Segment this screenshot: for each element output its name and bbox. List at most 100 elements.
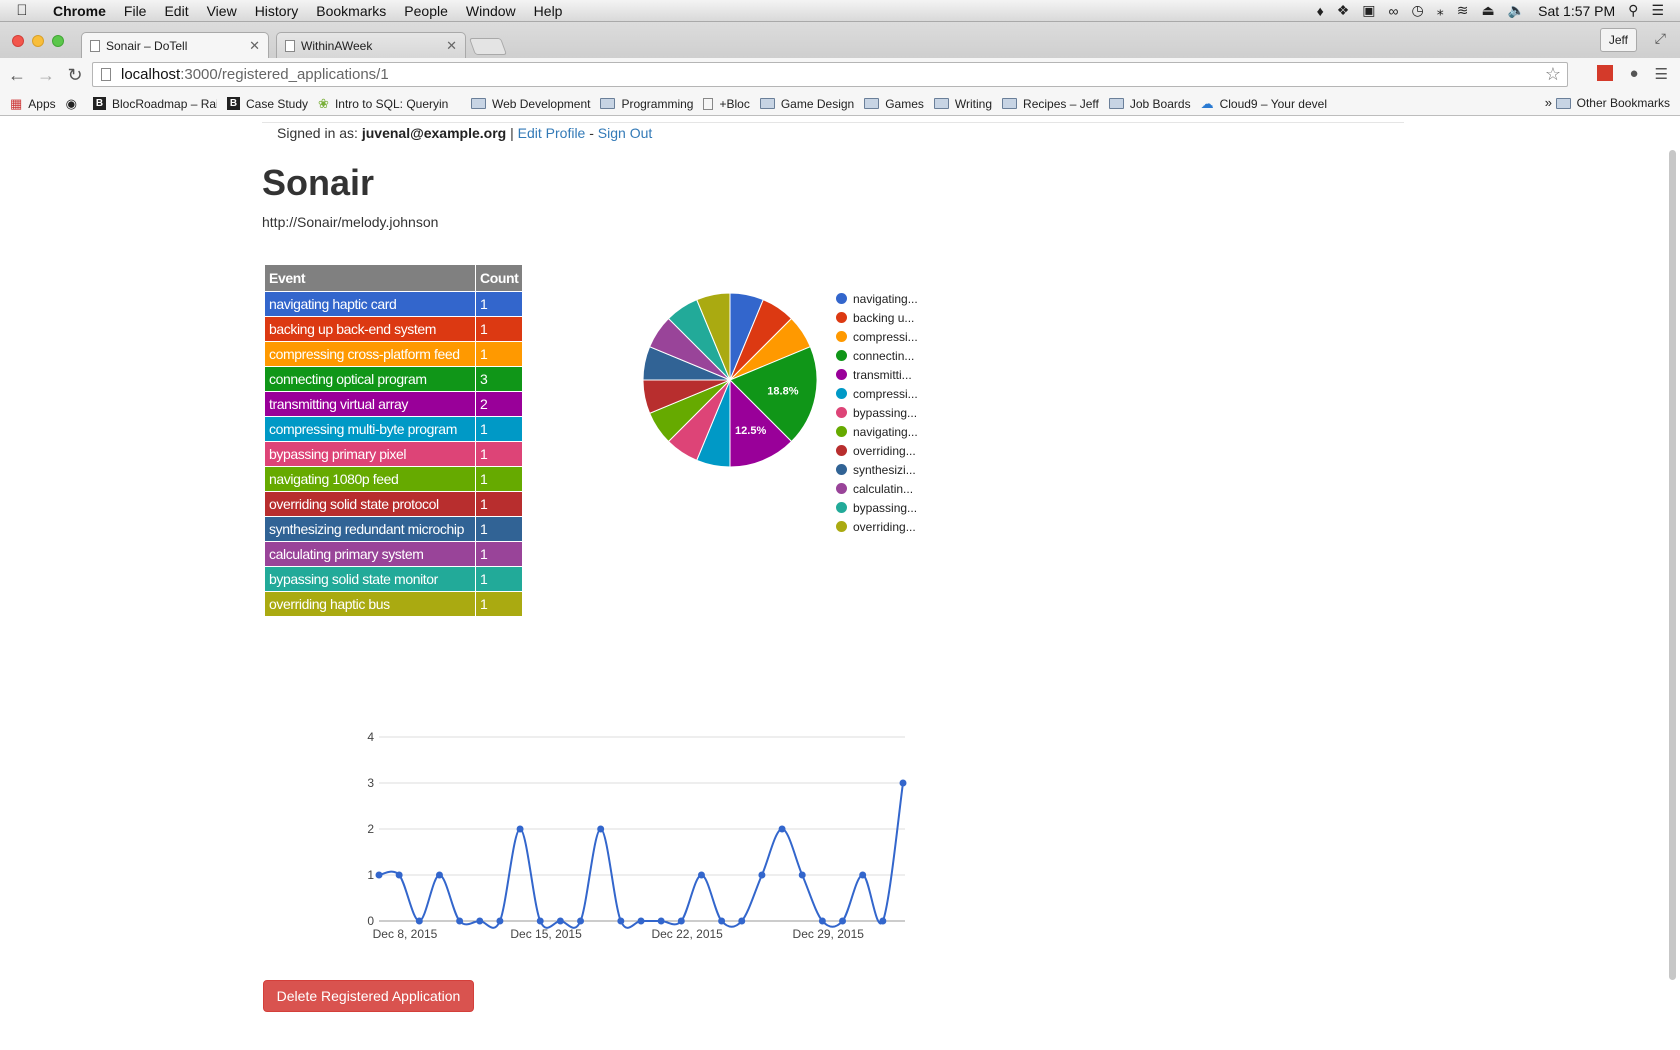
data-point[interactable]: [577, 917, 585, 925]
data-point[interactable]: [758, 871, 766, 879]
close-window-button[interactable]: [12, 35, 24, 47]
back-icon[interactable]: ←: [5, 65, 29, 86]
legend-item[interactable]: synthesizi...: [836, 460, 918, 479]
menu-chrome[interactable]: Chrome: [44, 3, 115, 19]
data-point[interactable]: [839, 917, 847, 925]
fullscreen-icon[interactable]: ⤢: [1655, 30, 1666, 47]
time-machine-icon[interactable]: ◷: [1412, 2, 1424, 19]
data-point[interactable]: [556, 917, 564, 925]
data-point[interactable]: [738, 917, 746, 925]
sign-out-link[interactable]: Sign Out: [598, 125, 652, 141]
pdf-extension-icon[interactable]: [1597, 65, 1614, 81]
infinity-icon[interactable]: ∞: [1389, 3, 1399, 19]
legend-item[interactable]: calculatin...: [836, 479, 918, 498]
legend-item[interactable]: navigating...: [836, 422, 918, 441]
data-point[interactable]: [879, 917, 887, 925]
legend-item[interactable]: overriding...: [836, 517, 918, 536]
legend-item[interactable]: compressi...: [836, 327, 918, 346]
data-point[interactable]: [798, 871, 806, 879]
legend-item[interactable]: navigating...: [836, 289, 918, 308]
new-tab-button[interactable]: [468, 38, 508, 55]
wifi-icon[interactable]: ≋: [1457, 2, 1469, 19]
volume-icon[interactable]: 🔈: [1508, 2, 1525, 19]
menu-bookmarks[interactable]: Bookmarks: [307, 3, 395, 19]
reload-icon[interactable]: ↻: [63, 65, 87, 86]
menu-edit[interactable]: Edit: [155, 3, 197, 19]
menu-people[interactable]: People: [395, 3, 457, 19]
data-point[interactable]: [677, 917, 685, 925]
notification-list-icon[interactable]: ☰: [1651, 2, 1664, 19]
legend-item[interactable]: connectin...: [836, 346, 918, 365]
delete-application-button[interactable]: Delete Registered Application: [263, 980, 474, 1012]
data-point[interactable]: [899, 779, 907, 787]
data-point[interactable]: [617, 917, 625, 925]
bookmark-star-icon[interactable]: ☆: [1545, 64, 1561, 85]
eject-icon[interactable]: ⏏: [1481, 2, 1494, 19]
tab-sonair[interactable]: Sonair – DoTell ✕: [81, 32, 269, 59]
data-point[interactable]: [778, 825, 786, 833]
forward-icon[interactable]: →: [34, 65, 58, 86]
data-point[interactable]: [435, 871, 443, 879]
tab-withinaweek[interactable]: WithinAWeek ✕: [276, 32, 466, 59]
bookmark-web-development[interactable]: Web Development: [470, 97, 590, 111]
bookmark-case-study[interactable]: B Case Study: [227, 97, 308, 111]
bookmark-programming[interactable]: Programming: [600, 97, 693, 111]
bookmark-github[interactable]: ◉: [66, 96, 83, 112]
close-tab-icon[interactable]: ✕: [249, 38, 260, 54]
bookmark-intro-sql[interactable]: ❀ Intro to SQL: Queryin: [318, 96, 461, 112]
legend-item[interactable]: bypassing...: [836, 498, 918, 517]
bookmark-cloud9[interactable]: ☁ Cloud9 – Your devel: [1201, 96, 1336, 112]
chat-extension-icon[interactable]: ●: [1629, 65, 1638, 83]
close-tab-icon[interactable]: ✕: [446, 38, 457, 54]
bookmark-plus-bloc[interactable]: +Bloc: [703, 97, 750, 111]
legend-item[interactable]: compressi...: [836, 384, 918, 403]
legend-item[interactable]: backing u...: [836, 308, 918, 327]
bookmark-games[interactable]: Games: [864, 97, 924, 111]
edit-profile-link[interactable]: Edit Profile: [518, 125, 586, 141]
screen-icon[interactable]: ▣: [1362, 2, 1375, 19]
bookmark-blocroadmap[interactable]: B BlocRoadmap – Rails: [93, 97, 217, 111]
menu-file[interactable]: File: [115, 3, 156, 19]
menu-view[interactable]: View: [198, 3, 246, 19]
clock[interactable]: Sat 1:57 PM: [1538, 3, 1615, 19]
profile-button[interactable]: Jeff: [1599, 28, 1637, 52]
data-point[interactable]: [597, 825, 605, 833]
data-point[interactable]: [536, 917, 544, 925]
chrome-menu-icon[interactable]: ☰: [1655, 65, 1668, 83]
bookmark-apps[interactable]: ▦ Apps: [10, 96, 56, 112]
bookmark-recipes[interactable]: Recipes – Jeff: [1002, 97, 1099, 111]
data-point[interactable]: [415, 917, 423, 925]
menu-help[interactable]: Help: [525, 3, 572, 19]
apple-icon[interactable]: : [0, 2, 44, 19]
evernote-icon[interactable]: ♦: [1317, 3, 1324, 19]
data-point[interactable]: [496, 917, 504, 925]
data-point[interactable]: [476, 917, 484, 925]
data-point[interactable]: [516, 825, 524, 833]
bookmark-writing[interactable]: Writing: [933, 97, 992, 111]
data-point[interactable]: [637, 917, 645, 925]
legend-item[interactable]: bypassing...: [836, 403, 918, 422]
dropbox-icon[interactable]: ❖: [1337, 2, 1350, 19]
data-point[interactable]: [718, 917, 726, 925]
data-point[interactable]: [657, 917, 665, 925]
legend-item[interactable]: transmitti...: [836, 365, 918, 384]
data-point[interactable]: [456, 917, 464, 925]
bookmark-other[interactable]: Other Bookmarks: [1555, 96, 1670, 110]
bookmarks-overflow-icon[interactable]: »: [1545, 95, 1552, 110]
data-point[interactable]: [818, 917, 826, 925]
data-point[interactable]: [859, 871, 867, 879]
data-point[interactable]: [697, 871, 705, 879]
page-scrollbar[interactable]: [1669, 150, 1676, 980]
zoom-window-button[interactable]: [52, 35, 64, 47]
data-point[interactable]: [375, 871, 383, 879]
bookmark-game-design[interactable]: Game Design: [759, 97, 854, 111]
bookmark-job-boards[interactable]: Job Boards: [1108, 97, 1191, 111]
menu-history[interactable]: History: [246, 3, 308, 19]
data-point[interactable]: [395, 871, 403, 879]
menu-window[interactable]: Window: [457, 3, 525, 19]
bluetooth-icon[interactable]: ⁎: [1437, 2, 1444, 19]
address-bar[interactable]: localhost:3000/registered_applications/1…: [92, 62, 1568, 87]
legend-item[interactable]: overriding...: [836, 441, 918, 460]
spotlight-icon[interactable]: ⚲: [1628, 2, 1638, 19]
minimize-window-button[interactable]: [32, 35, 44, 47]
